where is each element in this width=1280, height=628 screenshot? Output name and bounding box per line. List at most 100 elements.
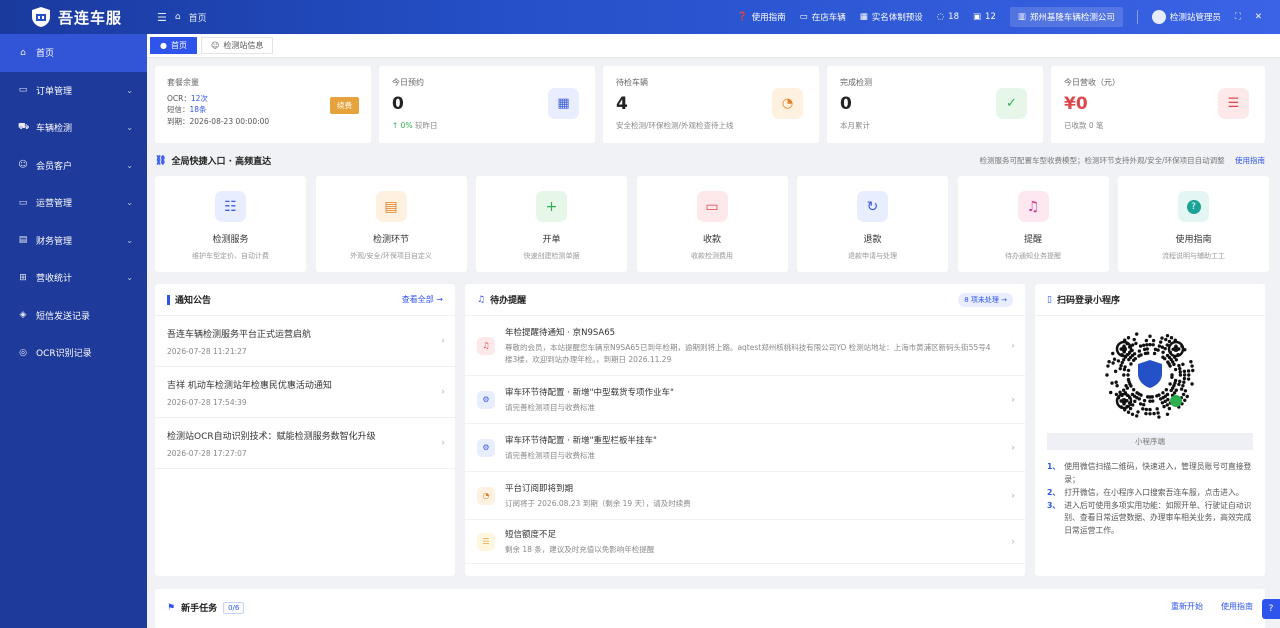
quick-item-1[interactable]: ▤ 检测环节外观/安全/环保项目自定义 xyxy=(315,176,467,272)
quick-item-6[interactable]: ? 使用指南 流程说明与辅助工工 xyxy=(1118,176,1269,272)
refresh-icon: ↻ xyxy=(857,191,888,222)
sidebar-item-orders[interactable]: ▭ 订单管理 ⌄ xyxy=(0,72,147,110)
todo-item[interactable]: ◔ 平台订阅即将到期 订阅将于 2026.08.23 到期（剩余 19 天），请及时… xyxy=(465,472,1025,520)
todo-item-desc: 请完善检测项目与收费标准 xyxy=(505,450,595,460)
building-icon: ▦ xyxy=(859,12,868,22)
renew-button[interactable]: 续费 xyxy=(330,97,359,114)
sidebar-item-vehicle-inspection[interactable]: ⛟ 车辆检测 ⌄ xyxy=(0,109,147,147)
sms-label: 短信： xyxy=(167,105,190,115)
quick-item-title: 提醒 xyxy=(1023,235,1042,245)
step-number: 1、 xyxy=(1047,462,1061,471)
tab-bar: ● 首页 ☺ 检测站信息 xyxy=(147,34,1280,58)
newbie-guide-link[interactable]: 使用指南 xyxy=(1221,601,1253,612)
quick-item-2[interactable]: + 开单 快速创建检测单据 xyxy=(476,176,627,272)
close-icon[interactable]: ✕ xyxy=(1255,12,1262,22)
fullscreen-icon[interactable]: ⛶ xyxy=(1235,12,1241,22)
quick-access-title: 全局快捷入口 · 高频直达 xyxy=(171,157,272,167)
quick-item-4[interactable]: ↻ 退款 退款申请与处理 xyxy=(797,176,948,272)
sidebar-item-home[interactable]: ⌂ 首页 xyxy=(0,34,147,72)
quick-item-desc: 外观/安全/环保项目自定义 xyxy=(350,252,432,260)
shield-logo-icon xyxy=(30,6,52,28)
sidebar-item-ocr-records[interactable]: ◎ OCR识别记录 xyxy=(0,334,147,372)
todo-item[interactable]: ⚙ 审车环节待配置 · 新增"中型载货专项作业车" 请完善检测项目与收费标准 › xyxy=(465,376,1025,424)
quick-item-title: 收款 xyxy=(702,235,721,245)
chevron-right-icon: › xyxy=(1011,394,1015,405)
sms-value: 18条 xyxy=(189,105,207,115)
chevron-right-icon: › xyxy=(441,386,445,398)
quick-item-5[interactable]: ♫ 提醒 待办通知业务提醒 xyxy=(957,176,1109,272)
sidebar-item-finance[interactable]: ▤ 财务管理 ⌄ xyxy=(0,222,147,260)
notice-icon xyxy=(167,294,170,305)
grid-icon: ⊞ xyxy=(19,272,27,283)
breadcrumb[interactable]: 首页 xyxy=(189,11,207,24)
chat-icon: ◌ xyxy=(936,12,945,22)
miniprogram-title: 扫码登录小程序 xyxy=(1056,296,1120,306)
quick-item-desc: 流程说明与辅助工工 xyxy=(1162,252,1225,260)
quick-item-desc: 收款检测费用 xyxy=(691,252,733,260)
tab-station-info[interactable]: ☺ 检测站信息 xyxy=(200,37,274,54)
chevron-down-icon: ⌄ xyxy=(126,235,133,245)
quick-guide-link[interactable]: 使用指南 xyxy=(1235,156,1265,165)
menu-toggle-icon[interactable]: ☰ xyxy=(157,11,167,24)
chevron-down-icon: ⌄ xyxy=(126,85,133,95)
sidebar-item-sms-records[interactable]: ◈ 短信发送记录 xyxy=(0,297,147,335)
database-icon: ☰ xyxy=(1218,88,1249,119)
app-logo[interactable]: 吾连车服 xyxy=(0,0,147,34)
todo-title: 待办提醒 xyxy=(490,296,527,306)
todo-item[interactable]: ☰ 短信额度不足 剩余 18 条，建议及时充值以免影响年检提醒 › xyxy=(465,520,1025,564)
notice-panel: 通知公告 查看全部 → 吾连车辆检测服务平台正式运营启航 2026-07-28 1… xyxy=(155,284,455,576)
quick-item-title: 使用指南 xyxy=(1175,235,1212,245)
notifications-button[interactable]: ▣ 12 xyxy=(973,12,996,22)
quick-item-3[interactable]: ▭ 收款 收款检测费用 xyxy=(636,176,788,272)
home-icon: ⌂ xyxy=(20,47,26,58)
todo-item-title: 短信额度不足 xyxy=(505,529,557,540)
todo-item-desc: 尊敬的会员，本站提醒您车辆京N9SA65已到年检期，逾期则将上路。aqtest郑… xyxy=(505,343,991,364)
company-selector[interactable]: ▥ 郑州基隆车辆检测公司 xyxy=(1009,7,1123,27)
help-float-button[interactable]: ? xyxy=(1262,599,1280,619)
chevron-right-icon: › xyxy=(1011,490,1015,501)
expire-value: 2026-08-23 00:00:00 xyxy=(189,116,270,126)
restart-button[interactable]: 重新开始 xyxy=(1171,601,1203,612)
wallet-icon: ▤ xyxy=(18,235,28,246)
chevron-right-icon: › xyxy=(441,437,445,449)
clipboard-icon: ▤ xyxy=(375,191,407,222)
notice-item[interactable]: 吉祥 机动车检测站年检惠民优惠活动通知 2026-07-28 17:54:39 › xyxy=(155,367,455,418)
newbie-task-panel: ⚑ 新手任务 0/6 重新开始 使用指南 xyxy=(155,589,1265,628)
quick-access-note: 检测服务可配置车型收费模型；检测环节支持外观/安全/环保项目自动调整 xyxy=(979,156,1225,165)
todo-item-title: 平台订阅即将到期 xyxy=(505,483,574,494)
quick-item-0[interactable]: ☷ 检测服务 维护车型定价、自动计费 xyxy=(155,176,306,272)
calendar-icon: ▦ xyxy=(548,88,579,119)
image-icon: ▣ xyxy=(973,12,982,22)
vehicles-in-shop-link[interactable]: ▭ 在店车辆 xyxy=(800,11,846,23)
qr-caption: 小程序端 xyxy=(1047,433,1253,450)
user-icon: ☺ xyxy=(210,41,220,50)
todo-item-desc: 请完善检测项目与收费标准 xyxy=(505,402,595,412)
qr-code[interactable] xyxy=(1104,329,1196,421)
sidebar-item-operations[interactable]: ▭ 运营管理 ⌄ xyxy=(0,184,147,222)
messages-button[interactable]: ◌ 18 xyxy=(937,12,959,22)
sidebar-item-revenue-stats[interactable]: ⊞ 营收统计 ⌄ xyxy=(0,259,147,297)
guide-link[interactable]: ❓ 使用指南 xyxy=(737,11,786,23)
todo-item-desc: 剩余 18 条，建议及时充值以免影响年检提醒 xyxy=(505,544,655,554)
building-icon: ▥ xyxy=(1017,12,1026,22)
help-icon: ❓ xyxy=(737,12,748,22)
notice-item[interactable]: 检测站OCR自动识别技术：赋能检测服务数智化升级 2026-07-28 17:27… xyxy=(155,418,455,469)
verify-status-link[interactable]: ▦ 实名体制预设 xyxy=(860,11,923,23)
sidebar: ⌂ 首页 ▭ 订单管理 ⌄ ⛟ 车辆检测 ⌄ ☺ 会员客户 ⌄ ▭ 运营管理 ⌄ ▤ 财务管理 ⌄ ⊞… xyxy=(0,34,147,628)
chevron-right-icon: › xyxy=(1011,340,1015,351)
qr-step: 进入后可使用多项实用功能：如照开单、行驶证自动识别、查看日常运营数据、办理审车相… xyxy=(1064,500,1252,536)
view-all-link[interactable]: 查看全部 → xyxy=(402,294,443,305)
quick-item-title: 检测环节 xyxy=(372,235,409,245)
miniprogram-panel: ▯ 扫码登录小程序 小程序端 1、 使用微信扫描二维码，快速进入，管理员账号可直接登… xyxy=(1035,284,1265,576)
today-booking-delta-label: 较昨日 xyxy=(414,121,438,130)
user-icon: ☺ xyxy=(18,160,28,171)
pending-title: 待检车辆 xyxy=(616,78,648,87)
tab-home[interactable]: ● 首页 xyxy=(150,37,197,54)
user-menu[interactable]: 检测站管理员 xyxy=(1151,10,1221,24)
notice-item[interactable]: 吾连车辆检测服务平台正式运营启航 2026-07-28 11:21:27 › xyxy=(155,316,455,367)
todo-badge[interactable]: 8 项未处理 → xyxy=(958,292,1013,307)
todo-item[interactable]: ♫ 年检提醒待通知 · 京N9SA65 尊敬的会员，本站提醒您车辆京N9SA65已到… xyxy=(465,316,1025,376)
expire-label: 到期： xyxy=(167,116,190,126)
sidebar-item-members[interactable]: ☺ 会员客户 ⌄ xyxy=(0,147,147,185)
todo-item[interactable]: ⚙ 审车环节待配置 · 新增"重型栏板半挂车" 请完善检测项目与收费标准 › xyxy=(465,424,1025,472)
